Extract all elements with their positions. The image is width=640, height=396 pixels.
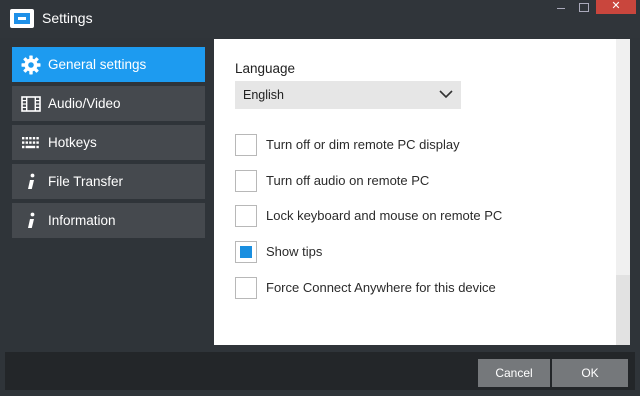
footer-bar: Cancel OK (5, 352, 635, 390)
sidebar-item-label: Information (48, 213, 116, 228)
close-icon: ✕ (611, 0, 621, 12)
sidebar-item-label: File Transfer (48, 174, 124, 189)
sidebar-item-label: Audio/Video (48, 96, 121, 111)
minimize-button[interactable] (554, 0, 568, 14)
option-label: Force Connect Anywhere for this device (266, 280, 496, 295)
window-title: Settings (42, 10, 93, 26)
info-icon (20, 211, 42, 231)
keyboard-icon (20, 133, 42, 153)
option-lock-keyboard-mouse[interactable]: Lock keyboard and mouse on remote PC (235, 205, 595, 229)
sidebar-item-general-settings[interactable]: General settings (12, 47, 205, 82)
close-button[interactable]: ✕ (596, 0, 636, 14)
scrollbar-thumb[interactable] (616, 275, 630, 345)
checkbox[interactable] (235, 134, 257, 156)
sidebar-item-information[interactable]: Information (12, 203, 205, 238)
checkbox-checked[interactable] (235, 241, 257, 263)
language-value: English (243, 88, 284, 102)
language-label: Language (235, 61, 296, 76)
option-label: Show tips (266, 244, 323, 259)
checkbox[interactable] (235, 205, 257, 227)
scrollbar[interactable] (616, 39, 630, 345)
option-dim-display[interactable]: Turn off or dim remote PC display (235, 134, 595, 158)
gear-icon (20, 55, 42, 75)
checkbox[interactable] (235, 277, 257, 299)
sidebar-item-hotkeys[interactable]: Hotkeys (12, 125, 205, 160)
film-icon (20, 94, 42, 114)
sidebar-item-audio-video[interactable]: Audio/Video (12, 86, 205, 121)
info-icon (20, 172, 42, 192)
settings-panel: Language English Turn off or dim remote … (214, 39, 616, 345)
sidebar-item-file-transfer[interactable]: File Transfer (12, 164, 205, 199)
checkbox[interactable] (235, 170, 257, 192)
title-bar: Settings ✕ (0, 0, 640, 38)
sidebar-item-label: Hotkeys (48, 135, 97, 150)
chevron-down-icon (439, 87, 453, 106)
option-force-connect[interactable]: Force Connect Anywhere for this device (235, 277, 595, 301)
sidebar-item-label: General settings (48, 57, 147, 72)
language-select[interactable]: English (235, 81, 461, 109)
maximize-button[interactable] (576, 0, 590, 14)
option-show-tips[interactable]: Show tips (235, 241, 595, 265)
option-turn-off-audio[interactable]: Turn off audio on remote PC (235, 170, 595, 194)
option-label: Lock keyboard and mouse on remote PC (266, 208, 503, 223)
app-logo-icon (10, 9, 34, 28)
option-label: Turn off audio on remote PC (266, 173, 430, 188)
cancel-button[interactable]: Cancel (478, 359, 550, 387)
option-label: Turn off or dim remote PC display (266, 137, 460, 152)
ok-button[interactable]: OK (552, 359, 628, 387)
